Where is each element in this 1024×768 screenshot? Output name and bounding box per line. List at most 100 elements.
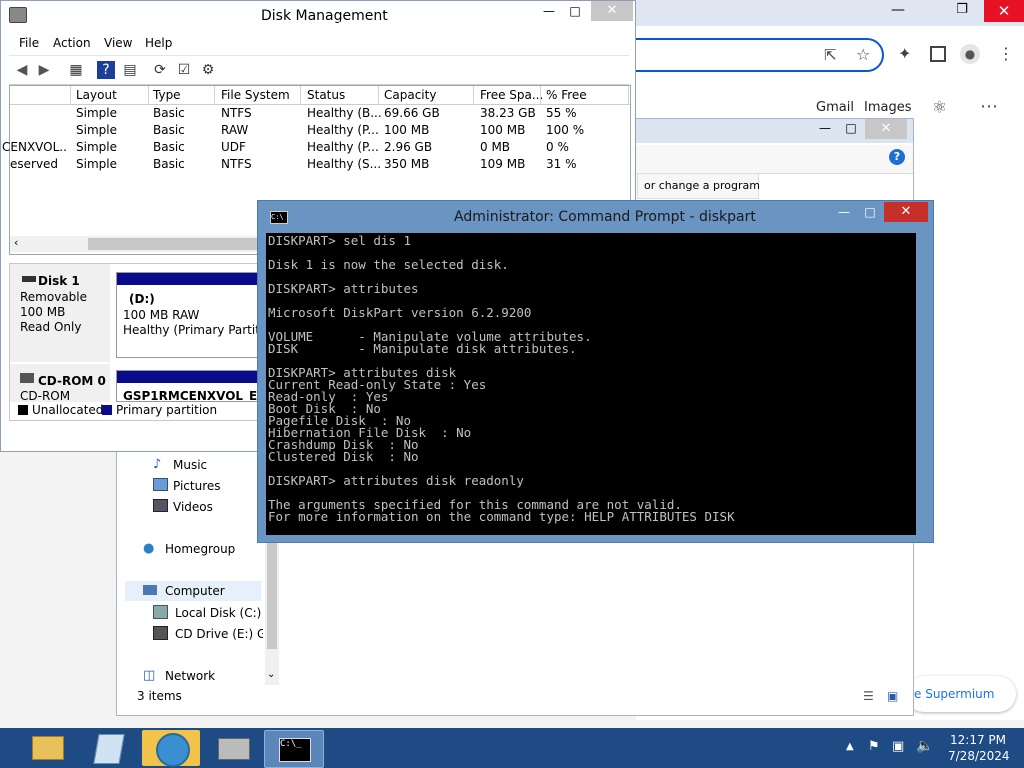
disk-management-titlebar: Disk Management — □ ✕ [1, 1, 635, 31]
folder-icon [32, 736, 64, 760]
profile-avatar-icon[interactable]: ● [960, 44, 980, 64]
console-line: Clustered Disk : No [268, 449, 419, 464]
hscroll-thumb[interactable] [88, 238, 268, 250]
scroll-left-icon[interactable]: ‹ [14, 236, 18, 249]
column-header[interactable]: File System [221, 88, 290, 102]
legend-unallocated-swatch [18, 405, 28, 415]
dm-maximize-button[interactable]: □ [563, 4, 587, 22]
nav-item-cd-drive[interactable]: CD Drive (E:) GSP [153, 626, 263, 642]
scroll-down-icon[interactable]: ⌄ [267, 669, 275, 680]
cdrom-info[interactable]: CD-ROM 0 CD-ROM [10, 364, 110, 403]
cmd-close-button[interactable]: ✕ [884, 202, 928, 222]
images-link[interactable]: Images [864, 100, 912, 115]
computer-icon [143, 585, 157, 595]
disk1-info[interactable]: Disk 1 Removable 100 MB Read Only [10, 264, 110, 362]
menu-file[interactable]: File [19, 36, 39, 50]
supermium-chip[interactable]: e Supermium [906, 676, 1016, 712]
gmail-link[interactable]: Gmail [816, 100, 854, 115]
disk-management-app-icon [9, 7, 27, 23]
cmd-titlebar: C:\ Administrator: Command Prompt - disk… [258, 201, 933, 232]
partition-d[interactable]: (D:) 100 MB RAW Healthy (Primary Partiti… [116, 272, 278, 358]
taskbar-diskmgmt-button[interactable] [204, 730, 262, 766]
nav-item-computer[interactable]: Computer [125, 581, 261, 601]
column-header[interactable]: Status [307, 88, 345, 102]
cmd-title: Administrator: Command Prompt - diskpart [454, 209, 756, 225]
volume-row[interactable]: eserved Simple Basic NTFS Healthy (S... … [10, 157, 630, 174]
settings-icon[interactable]: ⚙ [199, 61, 217, 79]
apps-grid-icon[interactable]: ⋯ [980, 96, 998, 117]
chrome-restore-button[interactable]: ❐ [950, 2, 974, 24]
disk-management-icon [218, 738, 250, 760]
console-line: Microsoft DiskPart version 6.2.9200 [268, 305, 532, 320]
volume-row[interactable]: Simple Basic RAW Healthy (P... 100 MB 10… [10, 123, 630, 140]
labs-flask-icon[interactable]: ⚛ [932, 98, 947, 118]
nav-item-label: Homegroup [165, 542, 236, 556]
chrome-minimize-button[interactable]: — [886, 2, 910, 24]
videos-icon [153, 499, 168, 512]
nav-item-label: Pictures [173, 479, 221, 493]
taskbar-notepad-button[interactable] [80, 730, 138, 766]
explorer-maximize-button[interactable]: □ [839, 121, 863, 139]
cmd-minimize-button[interactable]: — [832, 205, 856, 223]
network-status-icon[interactable]: ▣ [892, 739, 904, 754]
cdrom-kind: CD-ROM [20, 389, 71, 403]
column-header[interactable]: Free Spa... [480, 88, 543, 102]
volume-row[interactable]: CENXVOL... Simple Basic UDF Healthy (P..… [2, 140, 630, 157]
disk1-state: Read Only [20, 320, 82, 334]
console-line: DISK - Manipulate disk attributes. [268, 341, 577, 356]
volume-row[interactable]: Simple Basic NTFS Healthy (B... 69.66 GB… [10, 106, 630, 123]
large-icons-view-icon[interactable]: ▣ [887, 689, 898, 703]
legend-primary-swatch [102, 405, 112, 415]
disk1-size: 100 MB [20, 305, 66, 319]
taskbar-explorer-button[interactable] [18, 730, 76, 766]
cdrom-icon [20, 373, 34, 383]
nav-item-label: Videos [173, 500, 213, 514]
details-view-icon[interactable]: ☰ [863, 689, 874, 703]
dm-close-button[interactable]: ✕ [591, 1, 633, 21]
back-icon[interactable]: ◀ [13, 61, 31, 79]
refresh-icon[interactable]: ⟳ [151, 61, 169, 79]
menu-action[interactable]: Action [53, 36, 91, 50]
action-center-icon[interactable]: ⚑ [868, 739, 880, 754]
column-header[interactable]: Type [153, 88, 181, 102]
address-bar[interactable]: ⇱ ☆ [636, 38, 884, 72]
dm-toolbar: ◀ ▶ ▦ ? ▤ ⟳ ☑ ⚙ [9, 55, 629, 85]
column-header[interactable]: % Free [546, 88, 587, 102]
taskbar-cmd-button[interactable]: C:\_ [264, 730, 324, 768]
console-line: DISKPART> attributes [268, 281, 419, 296]
properties-icon[interactable]: ▤ [121, 61, 139, 79]
menu-view[interactable]: View [104, 36, 132, 50]
console-tree-icon[interactable]: ▦ [67, 61, 85, 79]
cmd-maximize-button[interactable]: □ [858, 205, 882, 223]
legend: Unallocated Primary partition [10, 402, 260, 420]
column-header[interactable]: Layout [76, 88, 117, 102]
column-header[interactable]: Capacity [384, 88, 436, 102]
help-icon[interactable]: ? [889, 149, 905, 165]
forward-icon[interactable]: ▶ [35, 61, 53, 79]
chrome-menu-icon[interactable]: ⋮ [998, 44, 1014, 63]
extensions-icon[interactable]: ✦ [898, 44, 911, 63]
legend-unallocated-label: Unallocated [32, 403, 104, 417]
nav-item-label: Network [165, 669, 216, 683]
show-hidden-icons-icon[interactable]: ▲ [846, 741, 854, 752]
removable-disk-icon [22, 276, 36, 282]
check-icon[interactable]: ☑ [175, 61, 193, 79]
dm-minimize-button[interactable]: — [537, 4, 561, 22]
uninstall-program-button[interactable]: or change a program [637, 173, 760, 199]
taskbar-browser-button[interactable] [142, 730, 200, 767]
side-panel-icon[interactable] [930, 46, 946, 62]
clock-date[interactable]: 7/28/2024 [948, 749, 1010, 763]
help-icon[interactable]: ? [97, 61, 115, 79]
explorer-minimize-button[interactable]: — [813, 121, 837, 139]
share-icon[interactable]: ⇱ [824, 46, 837, 64]
menu-help[interactable]: Help [145, 36, 172, 50]
cmd-console[interactable]: DISKPART> sel dis 1 Disk 1 is now the se… [266, 233, 916, 535]
volume-icon[interactable]: 🔈 [916, 738, 933, 754]
chrome-close-button[interactable]: ✕ [984, 0, 1024, 22]
bookmark-star-icon[interactable]: ☆ [856, 45, 870, 64]
clock-time[interactable]: 12:17 PM [950, 733, 1006, 747]
disk-management-title: Disk Management [261, 8, 388, 24]
music-icon: ♪ [153, 457, 162, 472]
explorer-close-button[interactable]: ✕ [865, 119, 907, 139]
partition-cdrom[interactable]: GSP1RMCENXVOL_EN_D [116, 370, 260, 402]
